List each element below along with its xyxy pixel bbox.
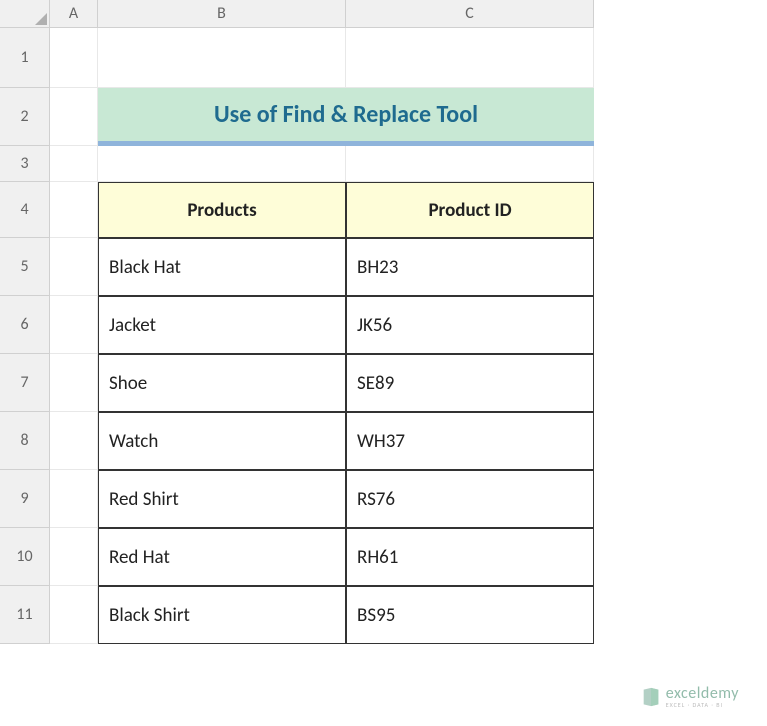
cell-a4[interactable] (50, 182, 98, 238)
table-row[interactable]: Red Shirt (98, 470, 346, 528)
row-header-9[interactable]: 9 (0, 470, 50, 528)
col-header-c[interactable]: C (346, 0, 594, 28)
row-header-11[interactable]: 11 (0, 586, 50, 644)
row-header-2[interactable]: 2 (0, 88, 50, 146)
col-header-a[interactable]: A (50, 0, 98, 28)
cell-a7[interactable] (50, 354, 98, 412)
table-header-productid[interactable]: Product ID (346, 182, 594, 238)
cell-a10[interactable] (50, 528, 98, 586)
cell-a5[interactable] (50, 238, 98, 296)
table-row[interactable]: BH23 (346, 238, 594, 296)
cell-b1[interactable] (98, 28, 346, 88)
watermark-logo-icon (640, 686, 662, 708)
watermark-tagline: EXCEL · DATA · BI (666, 702, 739, 708)
table-row[interactable]: Black Shirt (98, 586, 346, 644)
row-header-3[interactable]: 3 (0, 146, 50, 182)
col-header-b[interactable]: B (98, 0, 346, 28)
table-header-products[interactable]: Products (98, 182, 346, 238)
table-row[interactable]: Black Hat (98, 238, 346, 296)
row-header-4[interactable]: 4 (0, 182, 50, 238)
row-header-6[interactable]: 6 (0, 296, 50, 354)
row-header-7[interactable]: 7 (0, 354, 50, 412)
table-row[interactable]: WH37 (346, 412, 594, 470)
table-row[interactable]: JK56 (346, 296, 594, 354)
watermark-text: exceldemy EXCEL · DATA · BI (666, 686, 739, 708)
row-header-8[interactable]: 8 (0, 412, 50, 470)
table-row[interactable]: Jacket (98, 296, 346, 354)
select-all-corner[interactable] (0, 0, 50, 28)
cell-b3[interactable] (98, 146, 346, 182)
row-header-10[interactable]: 10 (0, 528, 50, 586)
watermark-brand: exceldemy (666, 686, 739, 702)
row-header-5[interactable]: 5 (0, 238, 50, 296)
cell-c1[interactable] (346, 28, 594, 88)
cell-a1[interactable] (50, 28, 98, 88)
cell-a3[interactable] (50, 146, 98, 182)
cell-a6[interactable] (50, 296, 98, 354)
table-row[interactable]: RS76 (346, 470, 594, 528)
watermark: exceldemy EXCEL · DATA · BI (640, 686, 739, 708)
table-row[interactable]: BS95 (346, 586, 594, 644)
table-row[interactable]: Watch (98, 412, 346, 470)
row-header-1[interactable]: 1 (0, 28, 50, 88)
cell-a2[interactable] (50, 88, 98, 146)
table-row[interactable]: RH61 (346, 528, 594, 586)
cell-a8[interactable] (50, 412, 98, 470)
spreadsheet-grid: A B C 1 2 Use of Find & Replace Tool 3 4… (0, 0, 767, 644)
cell-a9[interactable] (50, 470, 98, 528)
table-row[interactable]: SE89 (346, 354, 594, 412)
cell-c3[interactable] (346, 146, 594, 182)
table-row[interactable]: Shoe (98, 354, 346, 412)
title-cell[interactable]: Use of Find & Replace Tool (98, 88, 594, 146)
cell-a11[interactable] (50, 586, 98, 644)
table-row[interactable]: Red Hat (98, 528, 346, 586)
